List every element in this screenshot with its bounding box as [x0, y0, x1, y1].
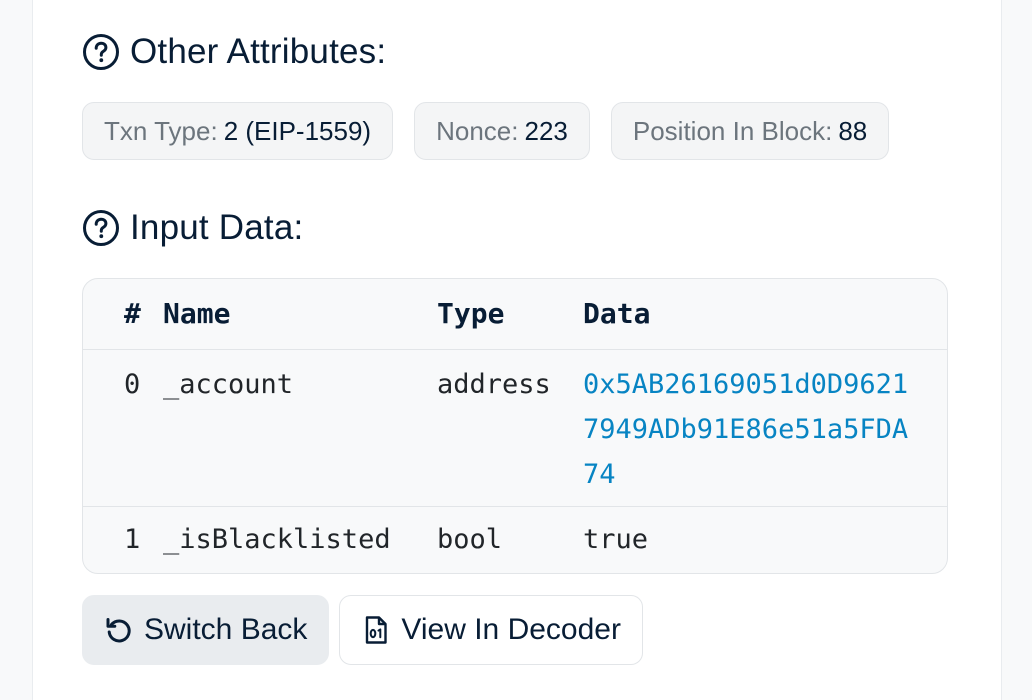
header-type: Type [437, 297, 505, 330]
row-num: 1 [124, 524, 141, 555]
position-in-block-value: 88 [838, 115, 868, 146]
switch-back-button[interactable]: Switch Back [82, 595, 330, 665]
binary-file-icon [361, 615, 391, 645]
question-circle-icon[interactable] [82, 209, 120, 247]
nonce-pill: Nonce: 223 [414, 102, 590, 160]
header-name: Name [163, 297, 231, 330]
input-data-table: # Name Type Data 0 _account address 0x5A… [82, 278, 948, 574]
nonce-label: Nonce: [436, 115, 519, 146]
row-name: _account [163, 369, 294, 400]
txn-type-pill: Txn Type: 2 (EIP-1559) [82, 102, 394, 160]
position-in-block-label: Position In Block: [632, 115, 833, 146]
view-in-decoder-label: View In Decoder [401, 613, 621, 646]
table-header-row: # Name Type Data [83, 279, 947, 349]
view-in-decoder-button[interactable]: View In Decoder [339, 595, 643, 665]
row-type: bool [437, 524, 503, 555]
attributes-row: Txn Type: 2 (EIP-1559) Nonce: 223 Positi… [82, 102, 890, 160]
input-data-title: Input Data: [130, 208, 304, 247]
address-link[interactable]: 0x5AB26169051d0D96217949ADb91E86e51a5FDA… [583, 362, 913, 497]
table-row: 1 _isBlacklisted bool true [83, 506, 947, 573]
other-attributes-title: Other Attributes: [130, 32, 387, 71]
header-data: Data [583, 297, 651, 330]
txn-type-label: Txn Type: [104, 115, 218, 146]
header-num: # [124, 297, 141, 330]
switch-back-label: Switch Back [144, 613, 308, 646]
row-data: true [583, 524, 649, 555]
position-in-block-pill: Position In Block: 88 [610, 102, 890, 160]
nonce-value: 223 [524, 115, 568, 146]
row-type: address [437, 369, 551, 400]
question-circle-icon[interactable] [82, 33, 120, 71]
row-name: _isBlacklisted [163, 524, 391, 555]
row-num: 0 [124, 369, 141, 400]
undo-icon [104, 615, 134, 645]
txn-type-value: 2 (EIP-1559) [223, 115, 372, 146]
other-attributes-heading: Other Attributes: [82, 32, 386, 72]
input-data-heading: Input Data: [82, 208, 303, 248]
table-row: 0 _account address 0x5AB26169051d0D96217… [83, 349, 947, 506]
input-data-actions: Switch Back View In Decoder [82, 595, 643, 665]
